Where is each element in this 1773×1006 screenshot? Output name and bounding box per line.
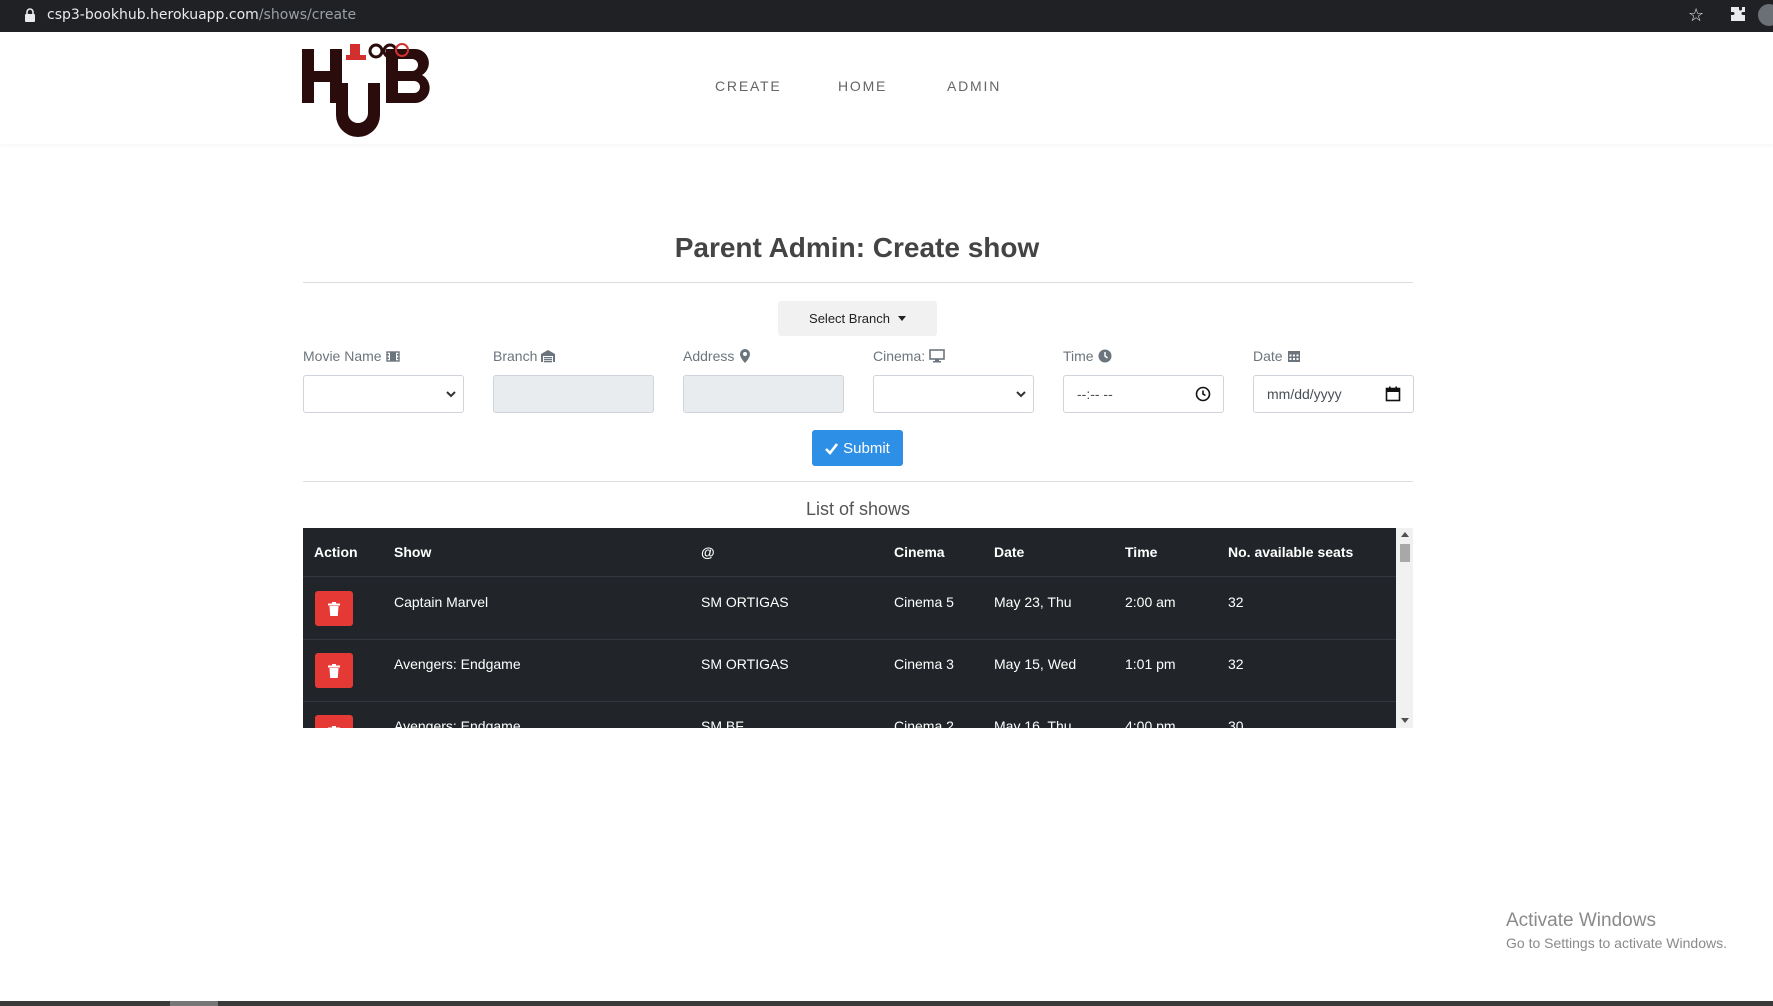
date-placeholder: mm/dd/yyyy (1267, 386, 1342, 402)
date-cell: May 16, Thu (994, 718, 1072, 728)
branch-label: Branch (493, 348, 556, 364)
movie-name-select[interactable] (303, 375, 464, 413)
submit-label: Submit (843, 439, 890, 457)
url-field[interactable]: csp3-bookhub.herokuapp.com/shows/create (47, 7, 356, 23)
branch-cell: SM ORTIGAS (701, 594, 789, 610)
movie-name-label: Movie Name (303, 348, 400, 364)
show-cell: Avengers: Endgame (394, 656, 521, 672)
time-placeholder: --:-- -- (1077, 386, 1113, 402)
time-cell: 4:00 pm (1125, 718, 1176, 728)
time-label: Time (1063, 348, 1112, 364)
cinema-label-text: Cinema: (873, 348, 926, 364)
profile-avatar[interactable] (1758, 4, 1773, 26)
divider (303, 481, 1413, 482)
scroll-up-arrow-icon[interactable] (1401, 532, 1409, 537)
map-marker-icon (740, 349, 751, 363)
time-label-text: Time (1063, 348, 1094, 364)
clock-icon (1098, 349, 1112, 363)
check-icon (825, 442, 839, 455)
trash-icon (328, 601, 340, 616)
cinema-label: Cinema: (873, 348, 945, 364)
table-header-row: Action Show @ Cinema Date Time No. avail… (303, 528, 1396, 577)
trash-icon (328, 663, 340, 678)
shows-table: Action Show @ Cinema Date Time No. avail… (303, 528, 1413, 728)
table-row: Avengers: Endgame SM BF Cinema 2 May 16,… (303, 702, 1396, 728)
movie-name-label-text: Movie Name (303, 348, 382, 364)
date-label: Date (1253, 348, 1301, 364)
seats-cell: 32 (1228, 656, 1244, 672)
scroll-thumb[interactable] (1400, 544, 1410, 562)
time-input[interactable]: --:-- -- (1063, 375, 1224, 413)
scroll-down-arrow-icon[interactable] (1401, 718, 1409, 723)
submit-button[interactable]: Submit (812, 430, 903, 466)
nav-home-link[interactable]: HOME (838, 78, 887, 94)
date-cell: May 15, Wed (994, 656, 1077, 672)
delete-button[interactable] (315, 653, 353, 688)
caret-down-icon (897, 316, 906, 321)
cinema-select[interactable] (873, 375, 1034, 413)
column-header-date: Date (994, 544, 1025, 560)
date-cell: May 23, Thu (994, 594, 1072, 610)
page-title: Parent Admin: Create show (674, 232, 1040, 263)
branch-label-text: Branch (493, 348, 538, 364)
column-header-cinema: Cinema (894, 544, 945, 560)
warehouse-icon (541, 350, 556, 363)
branch-cell: SM BF (701, 718, 744, 728)
column-header-branch: @ (701, 544, 715, 560)
address-label-text: Address (683, 348, 735, 364)
date-label-text: Date (1253, 348, 1283, 364)
scroll-thumb[interactable] (170, 1001, 218, 1006)
film-icon (385, 351, 400, 362)
column-header-show: Show (394, 544, 432, 560)
activate-windows-subtitle: Go to Settings to activate Windows. (1506, 935, 1727, 951)
seats-cell: 30 (1228, 718, 1244, 728)
calendar-icon (1287, 351, 1300, 362)
cinema-cell: Cinema 2 (894, 718, 954, 728)
bookhub-logo[interactable] (302, 41, 452, 137)
address-label: Address (683, 348, 752, 364)
calendar-picker-icon[interactable] (1385, 386, 1401, 402)
desktop-icon (929, 349, 945, 363)
divider (303, 282, 1413, 283)
branch-cell: SM ORTIGAS (701, 656, 789, 672)
extensions-icon[interactable] (1730, 6, 1746, 22)
branch-field (493, 375, 654, 413)
page-horizontal-scrollbar[interactable] (0, 1001, 1773, 1006)
table-scrollbar[interactable] (1396, 528, 1413, 728)
delete-button[interactable] (315, 715, 353, 728)
clock-picker-icon[interactable] (1195, 386, 1211, 402)
list-title: List of shows (805, 499, 911, 519)
date-input[interactable]: mm/dd/yyyy (1253, 375, 1414, 413)
column-header-seats: No. available seats (1228, 544, 1354, 560)
url-host: csp3-bookhub.herokuapp.com (47, 7, 259, 23)
lock-icon (25, 8, 35, 22)
show-cell: Avengers: Endgame (394, 718, 521, 728)
bookmark-star-icon[interactable]: ☆ (1688, 5, 1704, 26)
url-path: /shows/create (258, 7, 357, 23)
select-branch-label: Select Branch (809, 311, 890, 326)
table-row: Avengers: Endgame SM ORTIGAS Cinema 3 Ma… (303, 640, 1396, 702)
nav-create-link[interactable]: CREATE (715, 78, 782, 94)
delete-button[interactable] (315, 591, 353, 626)
nav-admin-link[interactable]: ADMIN (947, 78, 1001, 94)
select-branch-dropdown[interactable]: Select Branch (778, 301, 937, 336)
navbar: CREATE HOME ADMIN (0, 32, 1773, 144)
browser-address-bar: csp3-bookhub.herokuapp.com/shows/create … (0, 0, 1773, 32)
address-field (683, 375, 844, 413)
trash-icon (328, 725, 340, 728)
time-cell: 1:01 pm (1125, 656, 1176, 672)
table-row: Captain Marvel SM ORTIGAS Cinema 5 May 2… (303, 578, 1396, 640)
column-header-time: Time (1125, 544, 1158, 560)
show-cell: Captain Marvel (394, 594, 489, 610)
chevron-down-icon (446, 391, 456, 398)
cinema-cell: Cinema 5 (894, 594, 954, 610)
activate-windows-title: Activate Windows (1506, 910, 1656, 931)
column-header-action: Action (314, 544, 358, 560)
seats-cell: 32 (1228, 594, 1244, 610)
cinema-cell: Cinema 3 (894, 656, 954, 672)
time-cell: 2:00 am (1125, 594, 1176, 610)
chevron-down-icon (1016, 391, 1026, 398)
